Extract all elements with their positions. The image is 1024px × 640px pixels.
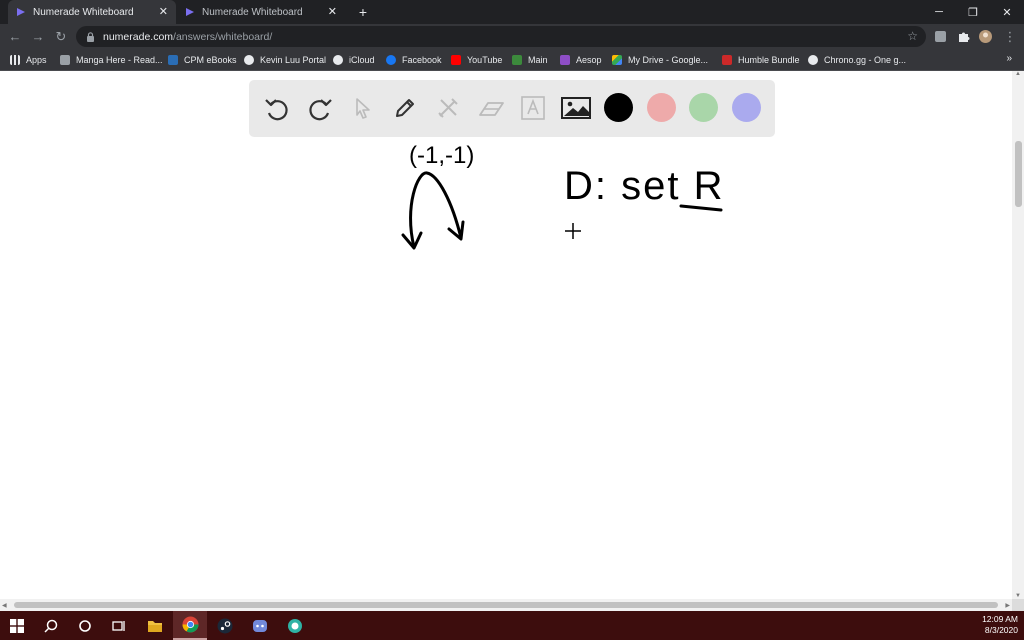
scroll-left-arrow-icon[interactable]: ◀ [2,602,7,609]
image-icon[interactable] [560,92,592,124]
undo-icon[interactable] [261,92,293,124]
facebook-icon [386,55,396,65]
youtube-icon [451,55,461,65]
browser-toolbar: ← → ↻ numerade.com /answers/whiteboard/ … [0,24,1024,49]
bookmark-cpm-ebooks[interactable]: CPM eBooks [168,53,237,67]
bookmark-apps[interactable]: Apps [10,53,47,67]
chrome-icon[interactable] [173,611,207,640]
apps-grid-icon [10,55,20,65]
numerade-logo-icon [186,8,194,16]
clock-date: 8/3/2020 [984,625,1018,635]
file-explorer-icon[interactable] [138,611,172,640]
address-bar[interactable]: numerade.com /answers/whiteboard/ ☆ [76,26,926,47]
tab-title: Numerade Whiteboard [33,6,134,18]
url-path: /answers/whiteboard/ [173,30,273,43]
lock-icon [87,31,94,42]
menu-dots-icon[interactable]: ⋮ [1001,28,1019,46]
close-window-icon[interactable]: ✕ [990,0,1024,24]
cpm-icon [168,55,178,65]
bookmark-humble-bundle[interactable]: Humble Bundle [722,53,800,67]
horizontal-scroll-thumb[interactable] [14,602,998,608]
task-view-icon[interactable] [102,611,136,640]
discord-icon[interactable] [243,611,277,640]
whiteboard-toolbar [249,80,775,137]
minimize-icon[interactable]: ─ [922,0,956,24]
bookmark-facebook[interactable]: Facebook [386,53,442,67]
reload-icon[interactable]: ↻ [52,28,70,46]
point-label: (-1,-1) [409,142,474,169]
system-clock[interactable]: 12:09 AM 8/3/2020 [982,614,1018,636]
forward-arrow-icon[interactable]: → [29,28,47,46]
extension-icon[interactable] [934,30,947,43]
portal-icon [244,55,254,65]
back-arrow-icon[interactable]: ← [6,28,24,46]
humble-icon [722,55,732,65]
redo-icon[interactable] [304,92,336,124]
color-purple-swatch[interactable] [732,93,761,122]
search-icon[interactable] [34,611,68,640]
domain-text: D: set R [564,164,724,208]
crosshair-cursor-icon [565,223,581,239]
scrollbar-corner [1012,599,1024,611]
bookmark-aesop[interactable]: Aesop [560,53,602,67]
select-pointer-icon[interactable] [347,92,379,124]
bookmark-kevin-luu-portal[interactable]: Kevin Luu Portal [244,53,326,67]
cortana-icon[interactable] [68,611,102,640]
color-black-swatch[interactable] [604,93,633,122]
app-icon[interactable] [278,611,312,640]
clock-time: 12:09 AM [982,614,1018,624]
bookmark-icloud[interactable]: iCloud [333,53,375,67]
vertical-scrollbar[interactable]: ▲ ▼ [1012,71,1024,599]
steam-icon[interactable] [208,611,242,640]
numerade-logo-icon [17,8,25,16]
tab-numerade-whiteboard-active[interactable]: Numerade Whiteboard ✕ [8,0,176,24]
color-green-swatch[interactable] [689,93,718,122]
tab-title: Numerade Whiteboard [202,6,303,18]
whiteboard-page: (-1,-1) D: set R [0,71,1024,599]
aesop-icon [560,55,570,65]
chrono-icon [808,55,818,65]
close-tab-icon[interactable]: ✕ [159,6,168,18]
bookmarks-bar: Apps Manga Here - Read... CPM eBooks Kev… [0,49,1024,71]
windows-start-icon[interactable] [0,611,34,640]
text-icon[interactable] [517,92,549,124]
tools-icon[interactable] [432,92,464,124]
eraser-icon[interactable] [475,92,507,124]
scroll-up-arrow-icon[interactable]: ▲ [1015,71,1021,77]
restore-icon[interactable]: ❐ [956,0,990,24]
whiteboard-canvas[interactable]: (-1,-1) D: set R [0,71,1012,599]
scroll-right-arrow-icon[interactable]: ▶ [1005,602,1010,609]
bookmark-my-drive[interactable]: My Drive - Google... [612,53,708,67]
close-tab-icon[interactable]: ✕ [328,6,337,18]
new-tab-button[interactable]: + [355,4,371,20]
main-icon [512,55,522,65]
pen-icon[interactable] [389,92,421,124]
vertical-scroll-thumb[interactable] [1015,141,1022,207]
windows-taskbar: 12:09 AM 8/3/2020 [0,611,1024,640]
bookmark-manga-here[interactable]: Manga Here - Read... [60,53,163,67]
url-host: numerade.com [103,30,174,43]
color-pink-swatch[interactable] [647,93,676,122]
bookmark-main[interactable]: Main [512,53,548,67]
bookmark-star-icon[interactable]: ☆ [907,29,918,43]
horizontal-scrollbar[interactable]: ◀ ▶ [0,599,1012,611]
bookmark-youtube[interactable]: YouTube [451,53,502,67]
tab-numerade-whiteboard[interactable]: Numerade Whiteboard ✕ [177,0,345,24]
apple-icon [333,55,343,65]
profile-avatar-icon[interactable] [979,30,992,43]
manga-here-icon [60,55,70,65]
extensions-puzzle-icon[interactable] [957,30,970,43]
bookmark-chrono-gg[interactable]: Chrono.gg - One g... [808,53,906,67]
google-drive-icon [612,55,622,65]
browser-tab-strip: Numerade Whiteboard ✕ Numerade Whiteboar… [0,0,1024,24]
bookmarks-overflow-button[interactable]: » [1006,53,1012,64]
